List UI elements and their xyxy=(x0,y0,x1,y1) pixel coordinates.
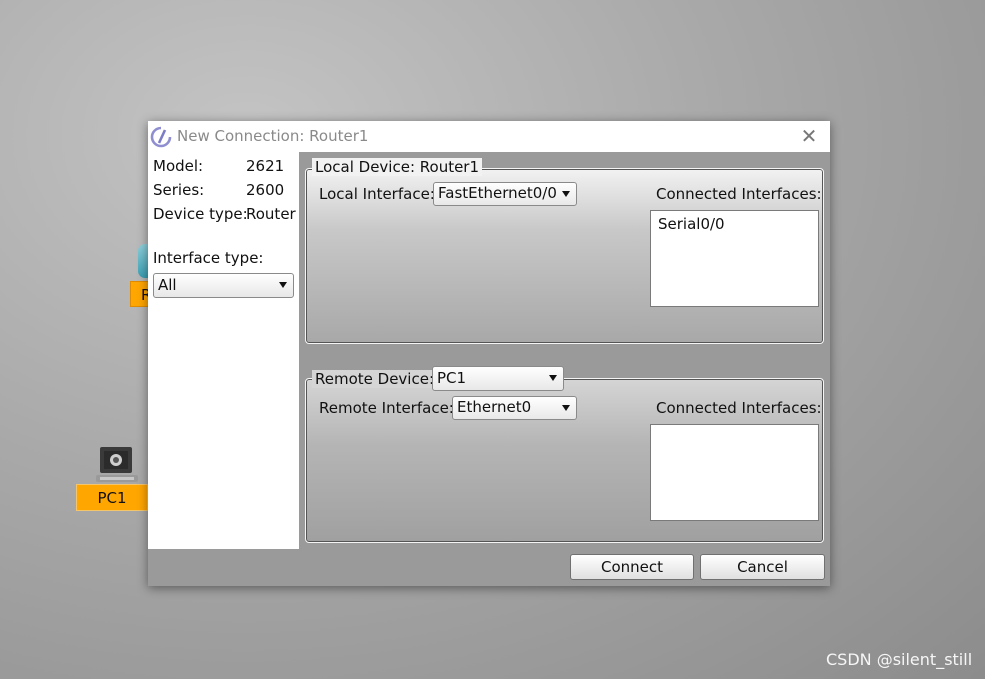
local-device-group: Local Device: Router1 Local Interface: F… xyxy=(305,158,824,344)
remote-interface-selected: Ethernet0 xyxy=(457,398,532,416)
local-interface-selected: FastEthernet0/0 xyxy=(438,184,557,202)
remote-device-group: Remote Device: PC1 Remote Interface: Eth… xyxy=(305,366,824,543)
new-connection-dialog: New Connection: Router1 ✕ Model: 2621 Se… xyxy=(148,121,830,586)
remote-device-selected: PC1 xyxy=(437,369,467,387)
dialog-title: New Connection: Router1 xyxy=(177,127,369,145)
cancel-button[interactable]: Cancel xyxy=(700,554,825,580)
local-interface-select[interactable]: FastEthernet0/0 xyxy=(433,182,577,206)
dropdown-arrow-icon xyxy=(279,282,287,288)
remote-device-select[interactable]: PC1 xyxy=(432,366,564,391)
close-icon: ✕ xyxy=(800,124,818,148)
watermark: CSDN @silent_still xyxy=(826,650,973,669)
remote-connected-label: Connected Interfaces: xyxy=(656,399,822,417)
series-label: Series: xyxy=(153,181,205,199)
packet-tracer-logo-icon xyxy=(150,126,172,148)
series-value: 2600 xyxy=(246,181,285,199)
remote-interface-select[interactable]: Ethernet0 xyxy=(452,396,577,420)
list-item[interactable]: Serial0/0 xyxy=(658,215,811,233)
remote-interface-label: Remote Interface: xyxy=(319,399,454,417)
local-device-legend: Local Device: Router1 xyxy=(312,158,483,176)
interface-type-select[interactable]: All xyxy=(153,273,294,298)
interface-type-label: Interface type: xyxy=(153,249,264,267)
interface-type-selected: All xyxy=(158,276,177,294)
close-button[interactable]: ✕ xyxy=(798,125,820,147)
device-type-label: Device type: xyxy=(153,205,248,223)
remote-device-legend: Remote Device: xyxy=(312,370,437,388)
local-interface-label: Local Interface: xyxy=(319,185,435,203)
local-connected-label: Connected Interfaces: xyxy=(656,185,822,203)
dialog-titlebar[interactable]: New Connection: Router1 ✕ xyxy=(148,121,830,152)
pc-device-label[interactable]: PC1 xyxy=(76,484,148,511)
model-value: 2621 xyxy=(246,157,285,175)
remote-connected-list[interactable] xyxy=(650,424,819,521)
model-label: Model: xyxy=(153,157,204,175)
dropdown-arrow-icon xyxy=(549,375,557,381)
local-connected-list[interactable]: Serial0/0 xyxy=(650,210,819,307)
dropdown-arrow-icon xyxy=(562,191,570,197)
device-info-panel: Model: 2621 Series: 2600 Device type: Ro… xyxy=(148,152,299,549)
dropdown-arrow-icon xyxy=(562,405,570,411)
pc-icon[interactable] xyxy=(96,445,138,485)
router-device-label[interactable]: R xyxy=(130,281,150,307)
connect-button[interactable]: Connect xyxy=(570,554,694,580)
device-type-value: Router xyxy=(246,205,296,223)
